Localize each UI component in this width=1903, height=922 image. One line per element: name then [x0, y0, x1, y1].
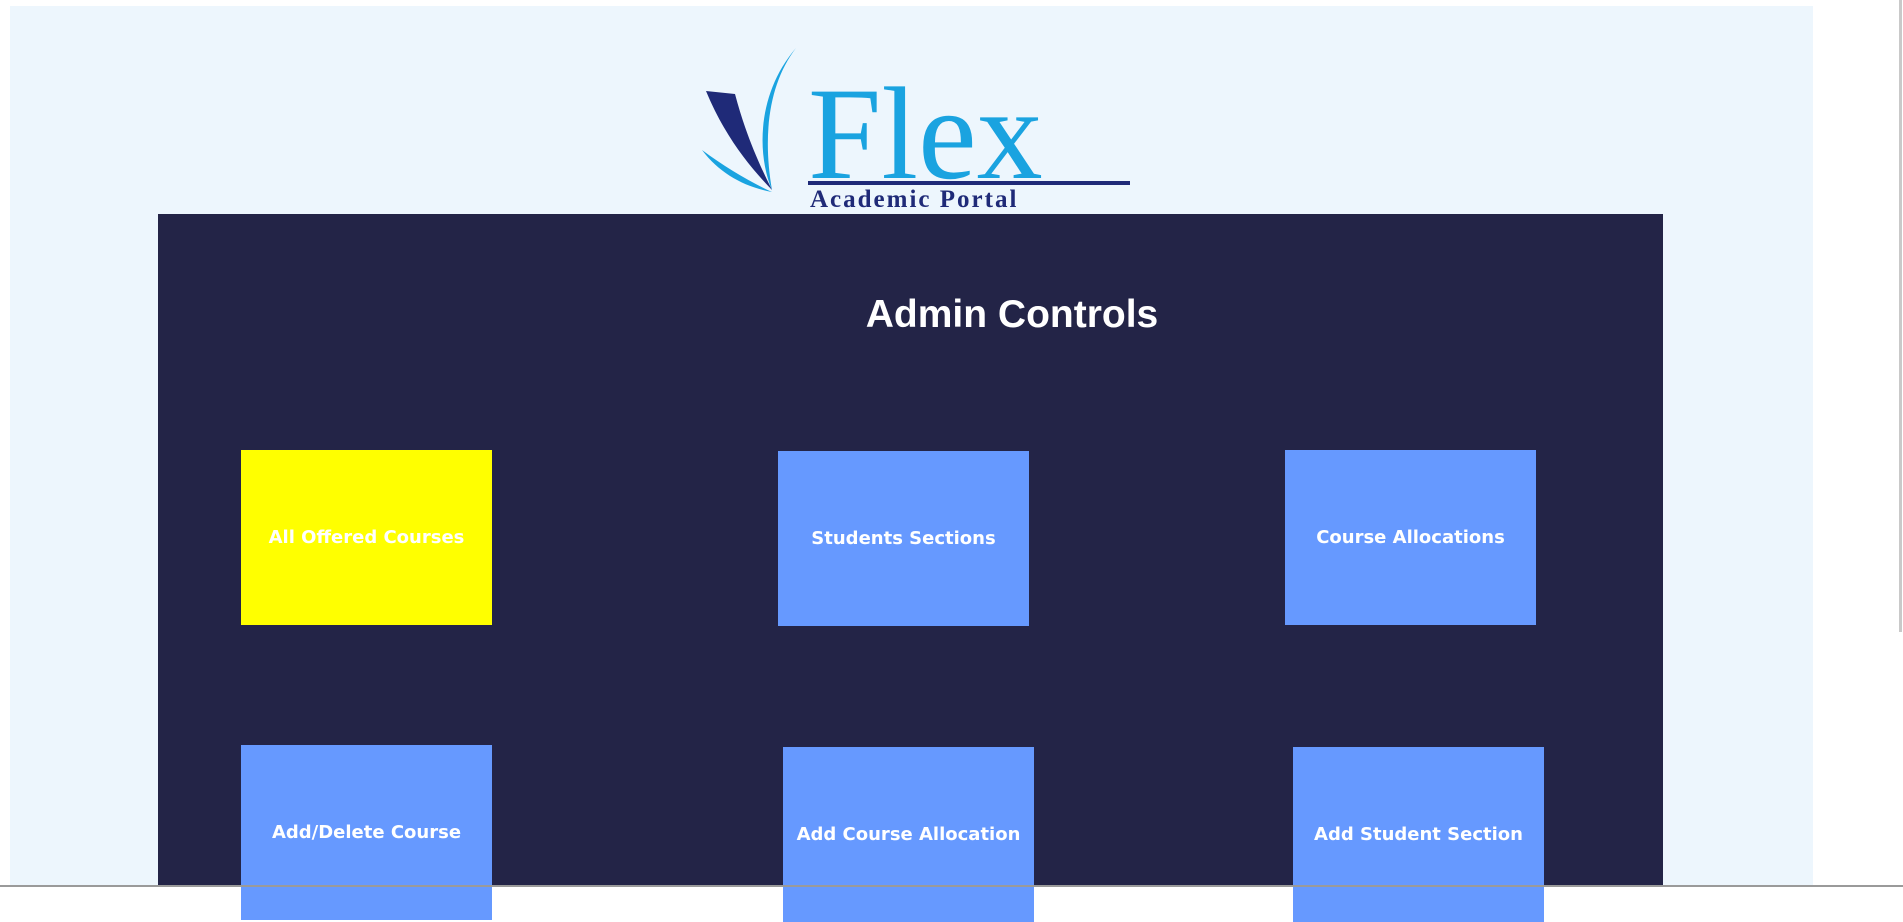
- flex-logo-graphic: Flex Academic Portal: [702, 48, 1130, 213]
- scrollbar-thumb[interactable]: [1899, 0, 1902, 632]
- tile-label: All Offered Courses: [268, 527, 465, 548]
- admin-controls-panel: Admin Controls All Offered Courses Stude…: [158, 214, 1663, 922]
- page-title: Admin Controls: [865, 293, 1159, 336]
- tile-label: Course Allocations: [1316, 527, 1505, 548]
- logo-tagline: Academic Portal: [810, 186, 1018, 212]
- tile-label: Students Sections: [811, 528, 996, 549]
- tile-add-delete-course[interactable]: Add/Delete Course: [241, 745, 492, 920]
- tile-label: Add Student Section: [1314, 824, 1523, 845]
- logo-underline: [808, 181, 1130, 185]
- tile-all-offered-courses[interactable]: All Offered Courses: [241, 450, 492, 625]
- tile-course-allocations[interactable]: Course Allocations: [1285, 450, 1536, 625]
- tile-add-student-section[interactable]: Add Student Section: [1293, 747, 1544, 922]
- tile-students-sections[interactable]: Students Sections: [778, 451, 1029, 626]
- logo-swoosh-light: [762, 48, 796, 190]
- tile-label: Add Course Allocation: [796, 824, 1021, 845]
- flex-logo: Flex Academic Portal: [700, 42, 1130, 213]
- tile-label: Add/Delete Course: [271, 822, 462, 843]
- tile-add-course-allocation[interactable]: Add Course Allocation: [783, 747, 1034, 922]
